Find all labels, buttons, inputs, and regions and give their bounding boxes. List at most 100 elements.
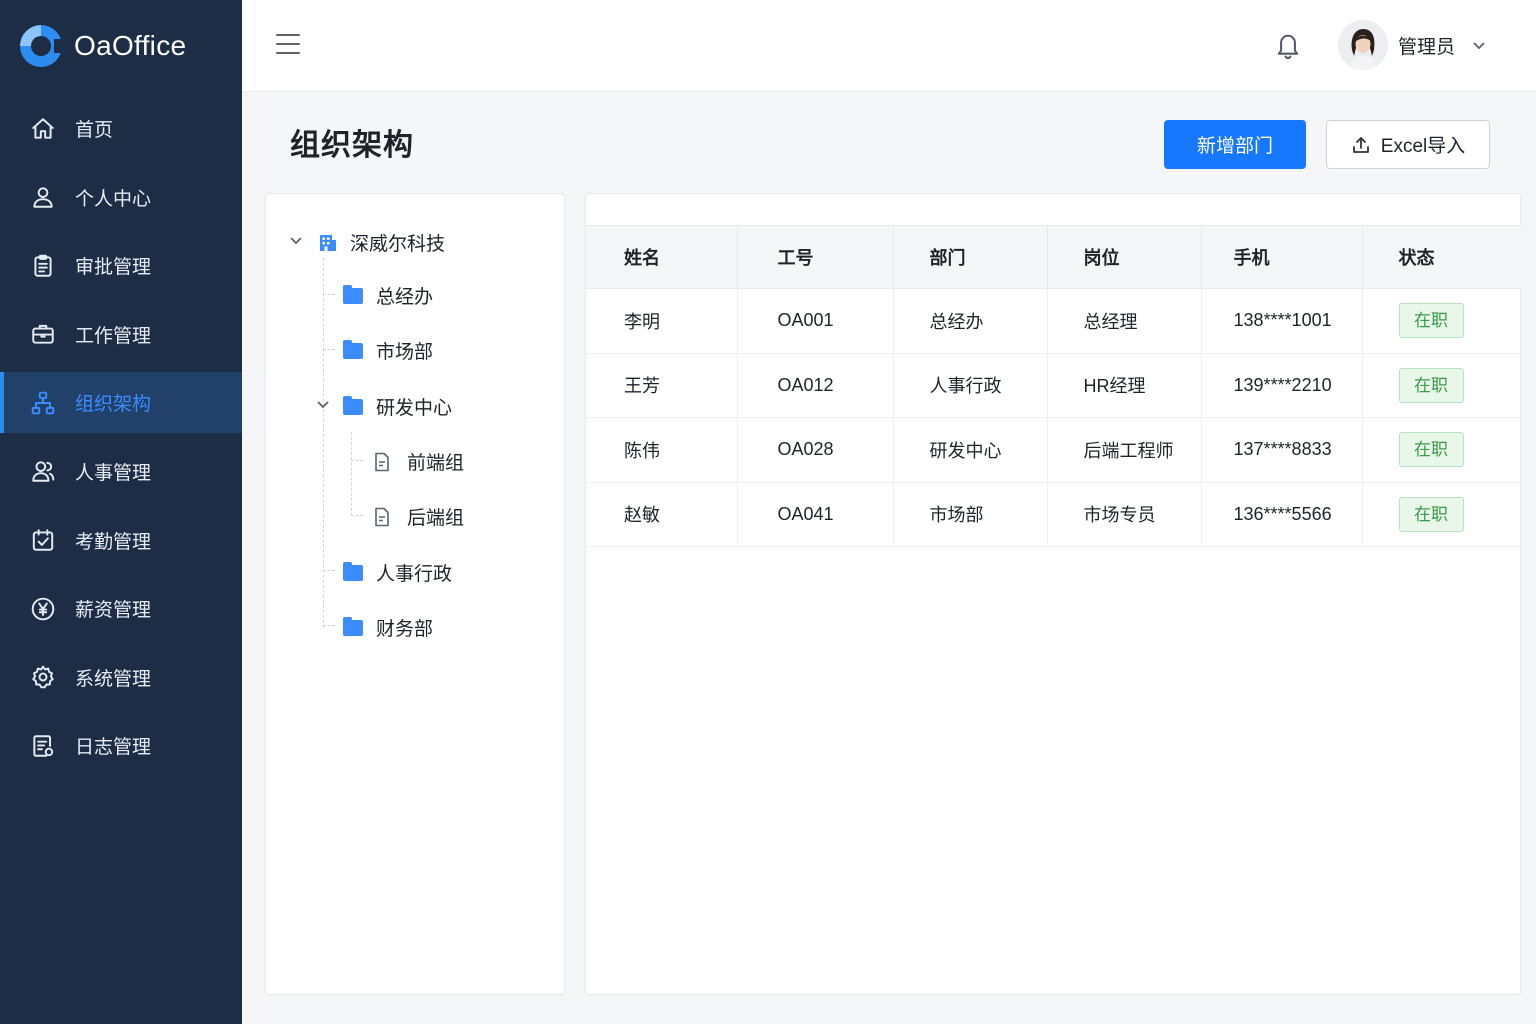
tree-node-label: 市场部 <box>376 342 434 363</box>
clipboard-icon <box>30 253 56 279</box>
tree-node-dept[interactable]: 研发中心 <box>315 393 452 420</box>
tree-node-team[interactable]: 前端组 <box>373 448 464 475</box>
sidebar-item-label: 审批管理 <box>75 257 152 279</box>
folder-icon <box>343 395 363 415</box>
sidebar-item-label: 考勤管理 <box>75 531 152 553</box>
org-chart-icon <box>30 390 56 416</box>
cell-status: 在职 <box>1362 353 1521 418</box>
column-header[interactable]: 姓名 <box>586 225 738 289</box>
gear-icon <box>30 664 56 690</box>
sidebar-item-approval[interactable]: 审批管理 <box>0 235 242 296</box>
excel-import-label: Excel导入 <box>1380 136 1466 157</box>
calendar-check-icon <box>30 527 56 553</box>
tree-guide-line <box>323 258 324 628</box>
cell-department: 研发中心 <box>893 417 1048 483</box>
cell-department: 总经办 <box>893 288 1048 354</box>
employee-table-panel: 姓名 工号 部门 岗位 手机 状态 李明 OA001 总经办 总经理 138**… <box>585 193 1521 995</box>
sidebar-item-system[interactable]: 系统管理 <box>0 647 242 708</box>
cell-department: 市场部 <box>893 482 1048 547</box>
table-header-row: 姓名 工号 部门 岗位 手机 状态 <box>586 225 1521 289</box>
sidebar-item-home[interactable]: 首页 <box>0 98 242 159</box>
logo-icon <box>20 25 64 67</box>
sidebar-item-label: 工作管理 <box>75 325 152 347</box>
menu-toggle-icon[interactable] <box>276 34 300 56</box>
cell-name: 李明 <box>586 288 738 354</box>
tree-guide-dash <box>323 294 335 295</box>
chevron-down-icon[interactable] <box>315 396 331 418</box>
cell-phone: 138****1001 <box>1201 288 1363 354</box>
column-header[interactable]: 岗位 <box>1047 225 1202 289</box>
sidebar: OaOffice 首页 个人中心 审批管理 工作管理 组织架构 人事管理 考勤管… <box>0 0 242 1024</box>
brand[interactable]: OaOffice <box>0 0 242 92</box>
sidebar-item-label: 薪资管理 <box>75 600 152 622</box>
sidebar-item-org-structure[interactable]: 组织架构 <box>0 372 242 434</box>
page-title: 组织架构 <box>290 129 414 162</box>
sidebar-item-personal-center[interactable]: 个人中心 <box>0 167 242 228</box>
document-icon <box>373 452 391 472</box>
sidebar-item-hr[interactable]: 人事管理 <box>0 441 242 502</box>
tree-node-root[interactable]: 深威尔科技 <box>288 229 445 256</box>
cell-phone: 139****2210 <box>1201 353 1363 418</box>
sidebar-item-salary[interactable]: 薪资管理 <box>0 578 242 639</box>
tree-guide-dash <box>323 625 335 626</box>
home-icon <box>30 116 56 142</box>
upload-icon <box>1352 136 1369 153</box>
table-row[interactable]: 赵敏 OA041 市场部 市场专员 136****5566 在职 <box>586 482 1521 547</box>
tree-node-dept[interactable]: 财务部 <box>343 614 433 641</box>
cell-status: 在职 <box>1362 482 1521 547</box>
cell-name: 王芳 <box>586 353 738 418</box>
sidebar-item-label: 人事管理 <box>75 462 152 484</box>
document-icon <box>373 507 391 527</box>
tree-guide-dash <box>351 515 363 516</box>
cell-position: 市场专员 <box>1047 482 1202 547</box>
status-badge: 在职 <box>1398 303 1464 339</box>
user-icon <box>30 184 56 210</box>
sidebar-item-logs[interactable]: 日志管理 <box>0 715 242 776</box>
tree-guide-dash <box>323 349 335 350</box>
avatar <box>1338 20 1388 70</box>
tree-guide-dash <box>323 570 335 571</box>
table-row[interactable]: 陈伟 OA028 研发中心 后端工程师 137****8833 在职 <box>586 417 1521 483</box>
yen-icon <box>30 596 56 622</box>
tree-node-dept[interactable]: 总经办 <box>343 282 433 309</box>
tree-node-team[interactable]: 后端组 <box>373 503 464 530</box>
cell-status: 在职 <box>1362 417 1521 483</box>
sidebar-item-work[interactable]: 工作管理 <box>0 304 242 365</box>
cell-employee-id: OA012 <box>737 353 894 418</box>
bell-icon[interactable] <box>1274 30 1302 60</box>
table-row[interactable]: 李明 OA001 总经办 总经理 138****1001 在职 <box>586 288 1521 354</box>
column-header[interactable]: 工号 <box>737 225 894 289</box>
log-icon <box>30 733 56 759</box>
column-header[interactable]: 状态 <box>1362 225 1521 289</box>
cell-name: 陈伟 <box>586 417 738 483</box>
cell-phone: 137****8833 <box>1201 417 1363 483</box>
user-name: 管理员 <box>1398 36 1456 58</box>
brand-name: OaOffice <box>74 30 187 61</box>
folder-icon <box>343 284 363 304</box>
user-menu[interactable]: 管理员 <box>1338 20 1487 70</box>
folder-icon <box>343 561 363 581</box>
tree-node-label: 后端组 <box>407 508 465 529</box>
cell-name: 赵敏 <box>586 482 738 547</box>
tree-node-dept[interactable]: 人事行政 <box>343 559 452 586</box>
tree-guide-line <box>351 432 352 516</box>
cell-position: HR经理 <box>1047 353 1202 418</box>
status-badge: 在职 <box>1398 432 1464 468</box>
column-header[interactable]: 手机 <box>1201 225 1363 289</box>
tree-node-label: 财务部 <box>376 619 434 640</box>
cell-department: 人事行政 <box>893 353 1048 418</box>
sidebar-item-label: 个人中心 <box>75 188 152 210</box>
briefcase-icon <box>30 321 56 347</box>
tree-node-label: 研发中心 <box>376 398 453 419</box>
tree-node-label: 人事行政 <box>376 564 453 585</box>
tree-node-label: 前端组 <box>407 453 465 474</box>
tree-node-dept[interactable]: 市场部 <box>343 337 433 364</box>
tree-node-label: 总经办 <box>376 287 434 308</box>
table-row[interactable]: 王芳 OA012 人事行政 HR经理 139****2210 在职 <box>586 353 1521 418</box>
chevron-down-icon[interactable] <box>288 232 304 254</box>
sidebar-item-attendance[interactable]: 考勤管理 <box>0 510 242 571</box>
column-header[interactable]: 部门 <box>893 225 1048 289</box>
add-department-button[interactable]: 新增部门 <box>1164 120 1306 169</box>
employee-table: 姓名 工号 部门 岗位 手机 状态 李明 OA001 总经办 总经理 138**… <box>586 225 1521 547</box>
excel-import-button[interactable]: Excel导入 <box>1326 120 1490 169</box>
